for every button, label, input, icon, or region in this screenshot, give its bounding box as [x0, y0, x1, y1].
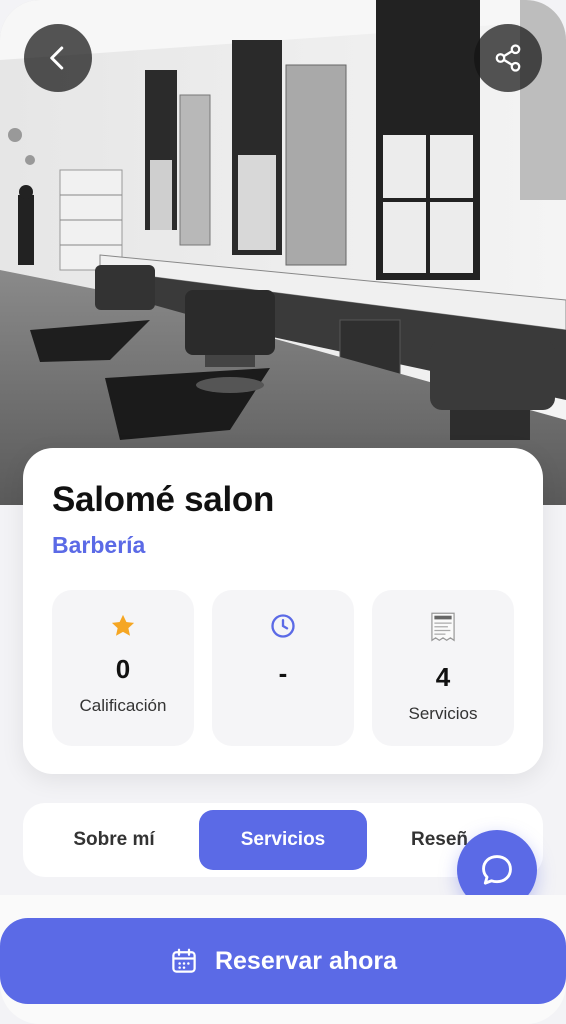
chat-bubble-icon — [482, 855, 512, 885]
reserve-now-label: Reservar ahora — [214, 946, 398, 975]
services-label: Servicios — [408, 704, 478, 723]
salon-category: Barbería — [52, 532, 146, 558]
salon-detail-screen: Salomé salon Barbería 0 Calificación - 4… — [0, 0, 566, 1024]
salon-hero-image — [0, 0, 566, 505]
services-stat: 4 Servicios — [372, 590, 514, 746]
back-button[interactable] — [24, 24, 92, 92]
rating-value: 0 — [115, 654, 131, 684]
receipt-icon — [431, 612, 455, 642]
services-value: 4 — [435, 662, 451, 692]
star-icon — [111, 614, 135, 636]
rating-stat: 0 Calificación — [52, 590, 194, 746]
calendar-icon — [172, 948, 196, 973]
reserve-now-button[interactable]: Reservar ahora — [0, 918, 566, 1004]
rating-label: Calificación — [79, 696, 167, 715]
hours-stat: - — [212, 590, 354, 746]
back-arrow-icon — [50, 46, 64, 70]
share-icon — [495, 44, 521, 72]
tab-services[interactable]: Servicios — [199, 810, 367, 870]
salon-name: Salomé salon — [52, 480, 275, 519]
tab-about[interactable]: Sobre mí — [35, 810, 193, 870]
share-button[interactable] — [474, 24, 542, 92]
clock-icon — [271, 614, 295, 638]
hours-value: - — [278, 658, 288, 688]
salon-info-card: Salomé salon Barbería 0 Calificación - 4… — [23, 448, 543, 774]
